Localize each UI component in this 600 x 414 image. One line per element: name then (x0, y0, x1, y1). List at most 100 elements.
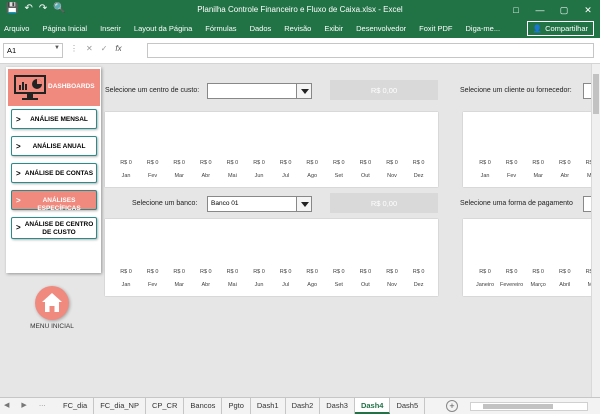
chevron-down-icon[interactable] (296, 197, 311, 211)
cost-center-label: Selecione um centro de custo: (105, 87, 200, 94)
sheet-tab-7[interactable]: Dash3 (320, 398, 355, 414)
payment-method-label: Selecione uma forma de pagamento (460, 200, 573, 207)
formula-options-icon: ⋮ (70, 44, 78, 53)
category-label: Abr (202, 282, 211, 288)
cost-center-dropdown[interactable] (207, 83, 312, 99)
bank-dropdown[interactable]: Banco 01 (207, 196, 312, 212)
payment-method-chart: R$ 0 Janeiro R$ 0 Fevereiro R$ 0 Março R$ 0 Abr… (463, 219, 591, 296)
category-label: Jun (255, 282, 264, 288)
category-label: Jul (282, 173, 289, 179)
formula-bar: A1 ▼ ⋮ ✕ ✓ fx (0, 38, 600, 64)
data-label: R$ 0 (506, 269, 518, 275)
data-label: R$ 0 (532, 160, 544, 166)
menu-button-2[interactable]: > ANÁLISE DE CONTAS (11, 163, 97, 183)
menu-button-label: ANÁLISE MENSAL (30, 116, 88, 123)
sheet-tab-3[interactable]: Bancos (184, 398, 223, 414)
menu-button-label: ANÁLISE DE CENTRO DE CUSTO (24, 221, 94, 236)
bank-chart: R$ 0 Jan R$ 0 Fev R$ 0 Mar R$ 0 Abr R$ 0 Mai R$ 0 J… (105, 219, 438, 296)
more-sheets-icon[interactable]: … (39, 401, 46, 409)
data-label: R$ 0 (120, 269, 132, 275)
ribbon-tab-1[interactable]: Página Inicial (42, 24, 87, 33)
category-label: Dez (414, 173, 424, 179)
ribbon-tabs: Arquivo Página Inicial Inserir Layout da Pá… (4, 24, 513, 33)
data-label: R$ 0 (333, 160, 345, 166)
category-label: Mar (533, 173, 543, 179)
next-sheet-icon[interactable]: ▶ (21, 401, 26, 409)
ribbon-tab-9[interactable]: Foxit PDF (419, 24, 452, 33)
close-icon[interactable]: ✕ (576, 0, 600, 20)
sheet-tab-5[interactable]: Dash1 (251, 398, 286, 414)
data-label: R$ 0 (506, 160, 518, 166)
data-label: R$ 0 (479, 269, 491, 275)
horizontal-scrollbar[interactable] (470, 402, 588, 411)
title-bar: 💾 ↶ ↷ 🔍 Planilha Controle Financeiro e F… (0, 0, 600, 20)
sheet-tab-4[interactable]: Pgto (222, 398, 251, 414)
ribbon-tab-5[interactable]: Dados (250, 24, 272, 33)
data-label: R$ 0 (532, 269, 544, 275)
ribbon-tab-0[interactable]: Arquivo (4, 24, 29, 33)
data-label: R$ 0 (306, 160, 318, 166)
menu-button-1[interactable]: > ANÁLISE ANUAL (11, 136, 97, 156)
menu-button-0[interactable]: > ANÁLISE MENSAL (11, 109, 97, 129)
ribbon-tab-2[interactable]: Inserir (100, 24, 121, 33)
data-label: R$ 0 (333, 269, 345, 275)
category-label: Jun (255, 173, 264, 179)
sheet-tab-0[interactable]: FC_dia (57, 398, 95, 414)
menu-button-label: ANÁLISE ANUAL (32, 143, 86, 150)
data-label: R$ 0 (386, 160, 398, 166)
vertical-scrollbar[interactable] (591, 64, 600, 397)
bank-label: Selecione um banco: (132, 200, 198, 207)
worksheet[interactable]: DASHBOARDS > ANÁLISE MENSAL > ANÁLISE ANUAL… (0, 64, 591, 397)
category-label: Set (335, 173, 344, 179)
ribbon-tab-7[interactable]: Exibir (324, 24, 343, 33)
minimize-icon[interactable]: — (528, 0, 552, 20)
client-supplier-chart: R$ 0JanR$ 0FevR$ 0MarR$ 0AbrR$ 0Mai (463, 112, 591, 187)
category-label: Jul (282, 282, 289, 288)
data-label: R$ 0 (559, 160, 571, 166)
category-label: Out (361, 282, 370, 288)
ribbon-tab-4[interactable]: Fórmulas (205, 24, 236, 33)
sheet-tab-2[interactable]: CP_CR (146, 398, 185, 414)
menu-button-label: ANÁLISE DE CONTAS (24, 170, 94, 177)
sheet-tab-1[interactable]: FC_dia_NP (94, 398, 146, 414)
payment-method-chart-svg: R$ 0 Janeiro R$ 0 Fevereiro R$ 0 Março R$ 0 Abr… (476, 269, 591, 288)
enter-icon[interactable]: ✓ (101, 44, 108, 53)
formula-input[interactable] (147, 43, 594, 58)
category-label: Fevereiro (500, 282, 523, 288)
ribbon-tab-8[interactable]: Desenvolvedor (356, 24, 406, 33)
cost-center-chart-svg: R$ 0 Jan R$ 0 Fev R$ 0 Mar R$ 0 Abr R$ 0 Mai R$ 0 J… (120, 160, 424, 179)
payment-method-dropdown[interactable] (583, 196, 591, 212)
cost-center-total: R$ 0,00 (330, 80, 438, 100)
chevron-right-icon: > (16, 223, 21, 232)
category-label: Jan (122, 173, 131, 179)
add-sheet-button[interactable]: + (446, 400, 458, 412)
name-box[interactable]: A1 ▼ (3, 43, 63, 58)
scroll-thumb[interactable] (593, 74, 599, 114)
ribbon-display-icon[interactable]: □ (504, 0, 528, 20)
chevron-down-icon[interactable]: ▼ (54, 45, 60, 51)
client-supplier-dropdown[interactable] (583, 83, 591, 99)
ribbon-tab-6[interactable]: Revisão (284, 24, 311, 33)
category-label: Out (361, 173, 370, 179)
dashboards-header: DASHBOARDS (8, 69, 100, 106)
data-label: R$ 0 (386, 269, 398, 275)
sheet-tab-9[interactable]: Dash5 (390, 398, 426, 414)
maximize-icon[interactable]: ▢ (552, 0, 576, 20)
menu-button-4[interactable]: > ANÁLISE DE CENTRO DE CUSTO (11, 217, 97, 239)
data-label: R$ 0 (360, 269, 372, 275)
ribbon-tab-10[interactable]: Diga-me... (466, 24, 501, 33)
data-label: R$ 0 (253, 160, 265, 166)
chevron-down-icon[interactable] (296, 84, 311, 98)
sheet-tab-6[interactable]: Dash2 (286, 398, 321, 414)
scroll-thumb[interactable] (483, 404, 553, 409)
menu-button-3[interactable]: > ANÁLISES ESPECÍFICAS (11, 190, 97, 212)
cancel-icon[interactable]: ✕ (86, 44, 93, 53)
prev-sheet-icon[interactable]: ◀ (4, 401, 9, 409)
insert-function-icon[interactable]: fx (115, 44, 121, 53)
sheet-tab-8[interactable]: Dash4 (354, 398, 391, 414)
ribbon-tab-3[interactable]: Layout da Página (134, 24, 192, 33)
user-icon: 👤 (532, 24, 543, 33)
share-button[interactable]: 👤 Compartilhar (526, 21, 594, 36)
category-label: Nov (387, 173, 397, 179)
home-button[interactable] (35, 286, 69, 320)
